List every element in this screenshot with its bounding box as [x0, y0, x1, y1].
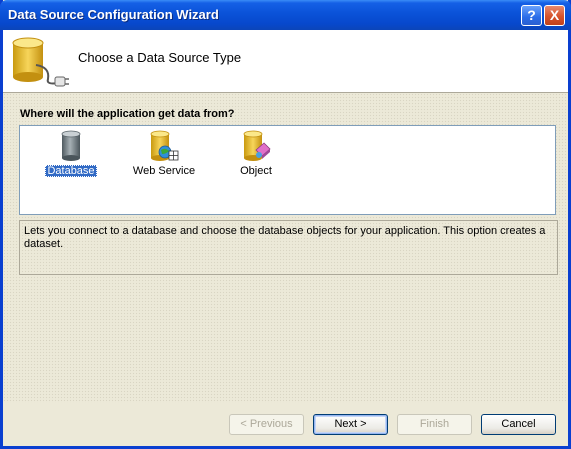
wizard-body: Where will the application get data from…: [3, 93, 568, 403]
database-plug-icon: [12, 37, 69, 87]
source-prompt: Where will the application get data from…: [20, 108, 235, 120]
finish-button[interactable]: Finish: [397, 414, 472, 435]
next-button[interactable]: Next >: [313, 414, 388, 435]
wizard-header: Choose a Data Source Type: [3, 30, 568, 93]
page-title: Choose a Data Source Type: [78, 50, 242, 65]
source-type-label: Database: [45, 165, 97, 177]
cancel-button[interactable]: Cancel: [481, 414, 556, 435]
data-source-type-list[interactable]: Database Web Service Object: [19, 125, 556, 215]
description-box: Lets you connect to a database and choos…: [19, 220, 558, 275]
source-type-object[interactable]: Object: [226, 130, 286, 177]
button-bar: < Previous Next > Finish Cancel: [3, 403, 568, 446]
source-type-database[interactable]: Database: [41, 130, 101, 177]
title-bar[interactable]: Data Source Configuration Wizard ? X: [0, 0, 571, 30]
database-icon: [61, 130, 81, 161]
source-type-web-service[interactable]: Web Service: [130, 130, 198, 177]
previous-button[interactable]: < Previous: [229, 414, 304, 435]
close-button[interactable]: X: [544, 5, 565, 26]
help-button[interactable]: ?: [521, 5, 542, 26]
source-type-label: Object: [240, 165, 272, 177]
description-text: Lets you connect to a database and choos…: [24, 225, 546, 250]
wizard-window: Data Source Configuration Wizard ? X Cho…: [0, 0, 571, 449]
web-service-icon: [150, 130, 179, 161]
object-icon: [243, 130, 271, 161]
source-type-label: Web Service: [132, 165, 196, 177]
window-title: Data Source Configuration Wizard: [8, 7, 219, 22]
